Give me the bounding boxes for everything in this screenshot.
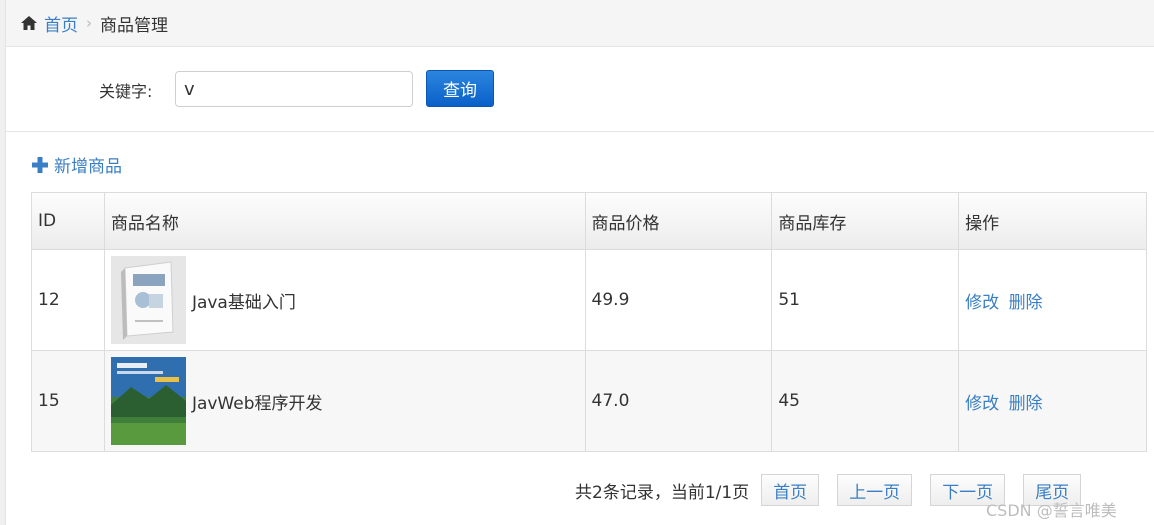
cell-price: 47.0	[584, 350, 773, 452]
product-table: ID 商品名称 商品价格 商品库存 操作 12 Java基础入门 49.9 51…	[31, 192, 1147, 452]
breadcrumb-home-link[interactable]: 首页	[44, 11, 78, 36]
delete-link[interactable]: 删除	[1009, 293, 1043, 313]
column-header-price: 商品价格	[584, 192, 773, 250]
edit-link[interactable]: 修改	[965, 293, 999, 313]
table-row: 12 Java基础入门 49.9 51 修改 删除	[31, 249, 1147, 351]
breadcrumb-current: 商品管理	[100, 15, 168, 36]
delete-link[interactable]: 删除	[1009, 394, 1043, 414]
cell-stock: 51	[771, 249, 960, 351]
breadcrumb: 首页 › 商品管理	[6, 0, 1154, 47]
cell-id: 15	[31, 350, 105, 452]
cell-price: 49.9	[584, 249, 773, 351]
watermark: CSDN @誓言唯美	[986, 501, 1117, 520]
prev-page-button[interactable]: 上一页	[837, 474, 913, 506]
cell-actions: 修改 删除	[958, 350, 1147, 452]
search-input[interactable]	[175, 71, 413, 107]
search-label: 关键字:	[99, 82, 153, 101]
chevron-right-icon: ›	[86, 14, 92, 32]
first-page-button[interactable]: 首页	[761, 474, 820, 506]
plus-icon	[31, 156, 49, 174]
add-product-button[interactable]: 新增商品	[31, 152, 122, 177]
column-header-name: 商品名称	[103, 192, 586, 250]
cell-stock: 45	[771, 350, 960, 452]
home-icon[interactable]	[20, 14, 38, 32]
edit-link[interactable]: 修改	[965, 394, 999, 414]
product-name: JavWeb程序开发	[191, 393, 323, 414]
table-header-row: ID 商品名称 商品价格 商品库存 操作	[31, 192, 1147, 250]
cell-actions: 修改 删除	[958, 249, 1147, 351]
cell-id: 12	[31, 249, 105, 351]
column-header-id: ID	[31, 192, 105, 250]
search-button[interactable]: 查询	[426, 70, 494, 107]
table-row: 15 JavWeb程序开发 47.0 45 修改 删除	[31, 350, 1147, 452]
search-bar: 关键字: 查询	[6, 48, 1154, 132]
column-header-stock: 商品库存	[771, 192, 960, 250]
cell-name: Java基础入门	[103, 249, 586, 351]
product-name: Java基础入门	[191, 292, 296, 313]
column-header-actions: 操作	[958, 192, 1147, 250]
product-image	[110, 357, 186, 445]
product-image	[110, 256, 186, 344]
add-product-label: 新增商品	[54, 157, 122, 177]
pagination-info: 共2条记录，当前1/1页	[575, 482, 750, 503]
cell-name: JavWeb程序开发	[103, 350, 586, 452]
